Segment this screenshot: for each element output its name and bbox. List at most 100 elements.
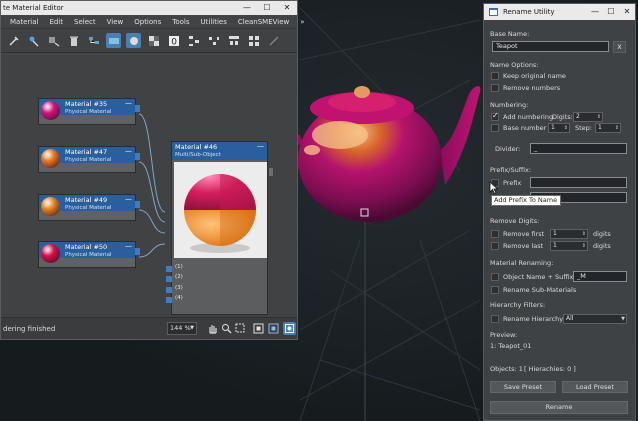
material-node[interactable]: Material #49 Physical Material — (38, 194, 140, 221)
pan-hand-icon[interactable] (206, 322, 219, 335)
zoom-level-field[interactable]: 144 % ▼ (167, 322, 197, 335)
slot-input-port[interactable] (166, 287, 172, 293)
material-preview-sphere (41, 101, 60, 120)
close-button[interactable]: ✕ (277, 1, 297, 15)
multi-sub-object-node[interactable]: Material #46 Multi/Sub-Object — (1) (2) … (166, 141, 268, 315)
prefix-input[interactable] (530, 177, 627, 188)
menu-cleansmeview[interactable]: CleanSMEView (238, 18, 289, 26)
add-numbering-checkbox[interactable] (491, 111, 499, 121)
remove-first-checkbox[interactable] (491, 230, 499, 238)
numbering-label: Numbering: (490, 101, 529, 109)
move-children-icon[interactable] (86, 33, 101, 48)
show-map-icon[interactable] (106, 33, 121, 48)
show-background-icon[interactable] (126, 33, 141, 48)
node-title: Material #49 (65, 196, 108, 204)
menu-utilities[interactable]: Utilities (201, 18, 227, 26)
clear-base-name-button[interactable]: X (613, 41, 626, 53)
digits-spinner[interactable]: 2 ⇕ (573, 112, 603, 122)
svg-text:0: 0 (171, 37, 177, 47)
zoom-region-icon[interactable] (234, 322, 247, 335)
remove-numbers-checkbox[interactable] (491, 84, 499, 92)
keep-original-name-checkbox[interactable] (491, 72, 499, 80)
material-node[interactable]: Material #50 Physical Material — (38, 241, 140, 268)
minimize-button[interactable]: — (237, 1, 257, 15)
node-output-port[interactable] (135, 248, 140, 255)
rename-button[interactable]: Rename (490, 401, 628, 414)
maximize-button[interactable]: ☐ (257, 1, 277, 15)
rename-utility-window[interactable]: Rename Utility — ☐ ✕ Base Name: Teapot X… (483, 3, 636, 421)
divider-input[interactable]: _ (530, 143, 627, 154)
menu-edit[interactable]: Edit (49, 18, 63, 26)
fit-to-view-icon[interactable] (283, 322, 296, 335)
node-subtitle: Physical Material (65, 157, 112, 163)
menu-options[interactable]: Options (134, 18, 161, 26)
hierarchies-count: [ Hierachies: 0 ] (524, 365, 576, 373)
base-name-input[interactable]: Teapot (492, 41, 609, 52)
menu-view[interactable]: View (107, 18, 124, 26)
node-minimize-icon[interactable]: — (125, 195, 132, 203)
chevron-down-icon: ▼ (621, 316, 625, 322)
unlink-icon[interactable] (266, 33, 281, 48)
zoom-extents-icon[interactable] (252, 322, 265, 335)
menu-select[interactable]: Select (74, 18, 96, 26)
remove-first-spinner[interactable]: 1 ⇕ (550, 229, 588, 239)
rename-utility-titlebar[interactable]: Rename Utility — ☐ ✕ (484, 4, 635, 20)
node-minimize-icon[interactable]: — (125, 242, 132, 250)
material-preview-sphere (41, 244, 60, 263)
node-minimize-icon[interactable]: — (125, 99, 132, 107)
pick-material-icon[interactable] (26, 33, 41, 48)
menu-overflow-icon[interactable]: » (300, 18, 304, 26)
material-editor-toolbar: 0 (1, 29, 297, 53)
remove-last-checkbox[interactable] (491, 242, 499, 250)
step-spinner[interactable]: 1 ⇕ (595, 123, 621, 133)
node-side-port[interactable] (269, 168, 273, 176)
rename-sub-materials-label: Rename Sub-Materials (503, 286, 577, 294)
menu-tools[interactable]: Tools (172, 18, 189, 26)
app-window-icon (489, 8, 498, 16)
material-node[interactable]: Material #35 Physical Material — (38, 98, 140, 125)
material-editor-titlebar[interactable]: te Material Editor — ☐ ✕ (1, 1, 297, 15)
checker-background-icon[interactable] (146, 33, 161, 48)
node-minimize-icon[interactable]: — (125, 147, 132, 155)
node-output-port[interactable] (135, 201, 140, 208)
load-preset-button[interactable]: Load Preset (562, 381, 628, 393)
remove-last-spinner[interactable]: 1 ⇕ (550, 241, 588, 251)
hierarchy-dropdown[interactable]: All ▼ (563, 314, 627, 324)
node-output-port[interactable] (135, 153, 140, 160)
base-number-spinner[interactable]: 1 ⇕ (548, 123, 570, 133)
remove-first-label: Remove first (503, 230, 545, 238)
material-node[interactable]: Material #47 Physical Material — (38, 146, 140, 173)
rename-sub-materials-checkbox[interactable] (491, 286, 499, 294)
base-number-checkbox[interactable] (491, 124, 499, 132)
object-name-suffix-input[interactable]: _M (573, 271, 627, 282)
eyedropper-icon[interactable] (6, 33, 21, 48)
rename-hierarchy-checkbox[interactable] (491, 315, 499, 323)
slot-input-port[interactable] (166, 297, 172, 303)
node-minimize-icon[interactable]: — (257, 142, 264, 150)
prefix-suffix-label: Prefix/Suffix: (490, 166, 532, 174)
zoom-extents-selected-icon[interactable] (267, 322, 280, 335)
menu-material[interactable]: Material (10, 18, 38, 26)
remove-digits-label: Remove Digits: (490, 217, 540, 225)
material-id-icon[interactable]: 0 (166, 33, 181, 48)
node-graph-canvas[interactable]: Material #35 Physical Material — Materia… (1, 55, 297, 317)
slot-input-port[interactable] (166, 266, 172, 272)
assign-material-icon[interactable] (46, 33, 61, 48)
layout-children-icon[interactable] (226, 33, 241, 48)
slot-input-port[interactable] (166, 276, 172, 282)
grid-view-icon[interactable] (246, 33, 261, 48)
delete-icon[interactable] (66, 33, 81, 48)
node-subtitle: Multi/Sub-Object (175, 152, 221, 158)
node-output-port[interactable] (135, 105, 140, 112)
minimize-button[interactable]: — (587, 4, 603, 20)
layout-vertical-icon[interactable] (186, 33, 201, 48)
step-label: Step: (575, 124, 592, 132)
material-editor-window[interactable]: te Material Editor — ☐ ✕ Material Edit S… (0, 0, 305, 340)
object-name-suffix-checkbox[interactable] (491, 273, 499, 281)
maximize-button[interactable]: ☐ (603, 4, 619, 20)
layout-horizontal-icon[interactable] (206, 33, 221, 48)
close-button[interactable]: ✕ (619, 4, 635, 20)
zoom-icon[interactable] (220, 322, 233, 335)
material-preview-sphere (41, 197, 60, 216)
save-preset-button[interactable]: Save Preset (490, 381, 556, 393)
